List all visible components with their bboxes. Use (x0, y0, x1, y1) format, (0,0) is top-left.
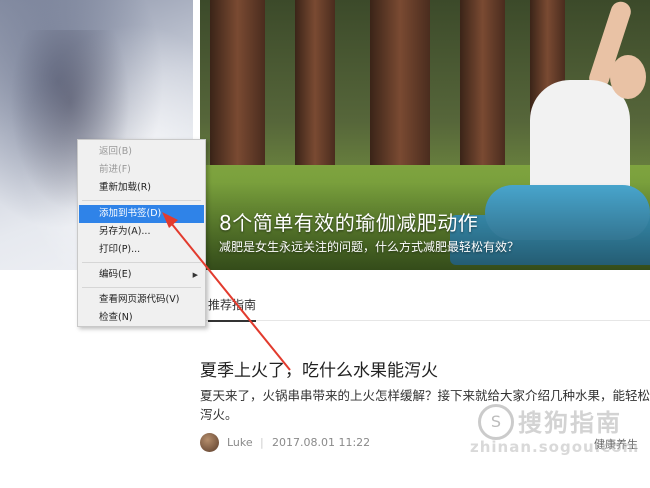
tab-divider (200, 320, 650, 321)
meta-separator: | (260, 436, 264, 449)
menu-item-view-source[interactable]: 查看网页源代码(V) (79, 291, 204, 309)
menu-item-add-bookmark[interactable]: 添加到书签(D) (79, 205, 204, 223)
menu-item-inspect[interactable]: 检查(N) (79, 309, 204, 327)
menu-separator (82, 262, 201, 263)
author-name[interactable]: Luke (227, 436, 253, 449)
context-menu: 返回(B) 前进(F) 重新加载(R) 添加到书签(D) 另存为(A)... 打… (77, 139, 206, 327)
menu-item-save-as[interactable]: 另存为(A)... (79, 223, 204, 241)
menu-item-encoding-label: 编码(E) (99, 269, 132, 280)
yoga-person-head (610, 55, 646, 99)
menu-item-encoding[interactable]: 编码(E) ▶ (79, 266, 204, 284)
menu-item-print[interactable]: 打印(P)... (79, 241, 204, 259)
menu-separator (82, 200, 201, 201)
hero-title[interactable]: 8个简单有效的瑜伽减肥动作 (219, 207, 478, 236)
article-date: 2017.08.01 11:22 (272, 436, 371, 449)
watermark-url: zhinan.sogou.com (470, 438, 640, 456)
menu-item-reload[interactable]: 重新加载(R) (79, 179, 204, 197)
article-title[interactable]: 夏季上火了，吃什么水果能泻火 (200, 356, 438, 381)
tab-recommended[interactable]: 推荐指南 (208, 296, 257, 322)
hero-banner[interactable]: 8个简单有效的瑜伽减肥动作 减肥是女生永远关注的问题，什么方式减肥最轻松有效？ (200, 0, 650, 270)
menu-item-back[interactable]: 返回(B) (79, 143, 204, 161)
menu-separator (82, 287, 201, 288)
menu-item-forward[interactable]: 前进(F) (79, 161, 204, 179)
submenu-arrow-icon: ▶ (192, 271, 198, 279)
author-avatar[interactable] (200, 433, 219, 452)
hero-subtitle: 减肥是女生永远关注的问题，什么方式减肥最轻松有效？ (219, 240, 520, 254)
sogou-logo-icon: S (478, 404, 514, 440)
watermark-text: 搜狗指南 (518, 409, 622, 437)
